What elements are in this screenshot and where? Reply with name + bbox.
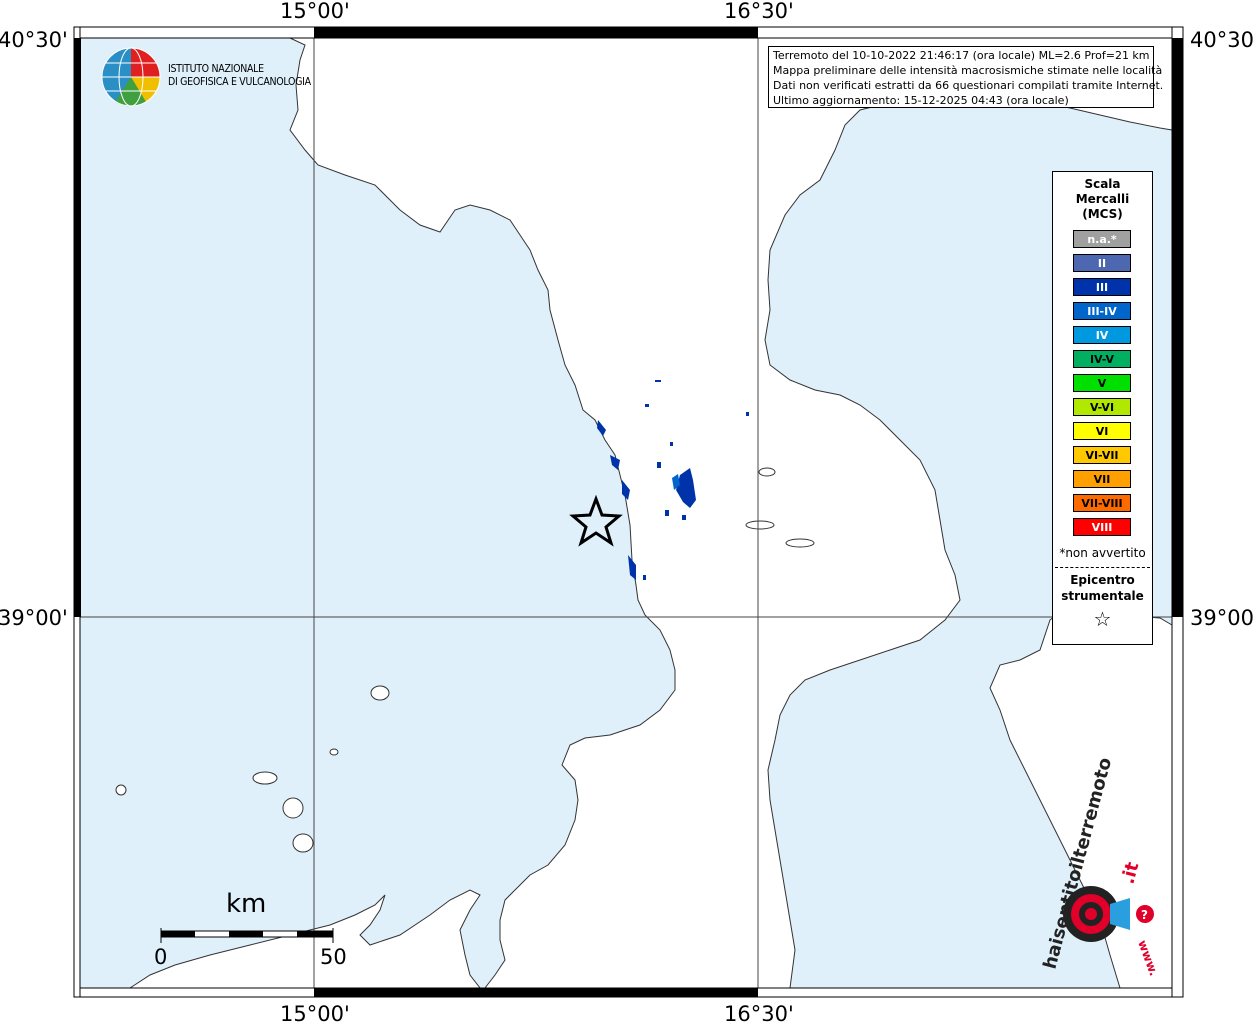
lon-label-bottom-left: 15°00' bbox=[280, 1002, 350, 1026]
lon-label-bottom-right: 16°30' bbox=[724, 1002, 794, 1026]
legend-title-line1: Scala bbox=[1084, 177, 1121, 191]
legend-epi-line2: strumentale bbox=[1061, 589, 1144, 603]
legend-chip: IV bbox=[1073, 326, 1131, 344]
ingv-logo-text: ISTITUTO NAZIONALE DI GEOFISICA E VULCAN… bbox=[168, 63, 311, 89]
legend-chip: IV-V bbox=[1073, 350, 1131, 368]
legend-title-line2: Mercalli bbox=[1075, 192, 1130, 206]
legend-chip: II bbox=[1073, 254, 1131, 272]
legend-chip: VI-VII bbox=[1073, 446, 1131, 464]
felt-point bbox=[645, 404, 649, 407]
scale-min: 0 bbox=[154, 945, 168, 969]
legend-divider bbox=[1055, 567, 1150, 568]
felt-point bbox=[670, 442, 673, 446]
felt-point bbox=[657, 462, 661, 468]
lon-label-top-right: 16°30' bbox=[724, 0, 794, 23]
info-line-2: Mappa preliminare delle intensità macros… bbox=[773, 64, 1163, 77]
legend-chip: n.a.* bbox=[1073, 230, 1131, 248]
felt-point bbox=[655, 380, 661, 382]
hsit-q: ? bbox=[1141, 908, 1148, 922]
ingv-line1: ISTITUTO NAZIONALE bbox=[168, 63, 264, 75]
lat-label-mid-right: 39°00' bbox=[1190, 606, 1255, 630]
felt-point bbox=[682, 515, 686, 520]
legend-chip: VII bbox=[1073, 470, 1131, 488]
lat-label-mid-left: 39°00' bbox=[0, 606, 68, 630]
info-line-3: Dati non verificati estratti da 66 quest… bbox=[773, 79, 1164, 92]
lat-label-top-left: 40°30' bbox=[0, 28, 68, 52]
scale-unit: km bbox=[226, 889, 267, 919]
legend-epicenter-label: Epicentro strumentale bbox=[1053, 572, 1152, 604]
legend-chip: III bbox=[1073, 278, 1131, 296]
event-info-box: Terremoto del 10-10-2022 21:46:17 (ora l… bbox=[768, 46, 1164, 108]
felt-point bbox=[746, 412, 749, 416]
legend-chip: VI bbox=[1073, 422, 1131, 440]
legend-chip: VIII bbox=[1073, 518, 1131, 536]
legend-chip: III-IV bbox=[1073, 302, 1131, 320]
legend-chip: V bbox=[1073, 374, 1131, 392]
legend-star-icon: ☆ bbox=[1093, 607, 1112, 631]
legend-title: Scala Mercalli (MCS) bbox=[1053, 177, 1152, 222]
legend-chip: VII-VIII bbox=[1073, 494, 1131, 512]
lat-label-top-right: 40°30' bbox=[1190, 28, 1255, 52]
mcs-legend: Scala Mercalli (MCS) n.a.* II III III-IV IV I… bbox=[1052, 171, 1153, 645]
ingv-line2: DI GEOFISICA E VULCANOLOGIA bbox=[168, 76, 311, 88]
ingv-logo-icon bbox=[101, 47, 161, 107]
lon-label-top-left: 15°00' bbox=[280, 0, 350, 23]
legend-note: *non avvertito bbox=[1059, 546, 1146, 560]
felt-point bbox=[643, 575, 646, 580]
info-line-4: Ultimo aggiornamento: 15-12-2025 04:43 (… bbox=[773, 94, 1069, 107]
felt-point bbox=[665, 510, 669, 516]
legend-epi-line1: Epicentro bbox=[1070, 573, 1135, 587]
scale-max: 50 bbox=[320, 945, 347, 969]
legend-title-line3: (MCS) bbox=[1082, 207, 1123, 221]
info-line-1: Terremoto del 10-10-2022 21:46:17 (ora l… bbox=[773, 49, 1150, 62]
legend-chip: V-VI bbox=[1073, 398, 1131, 416]
